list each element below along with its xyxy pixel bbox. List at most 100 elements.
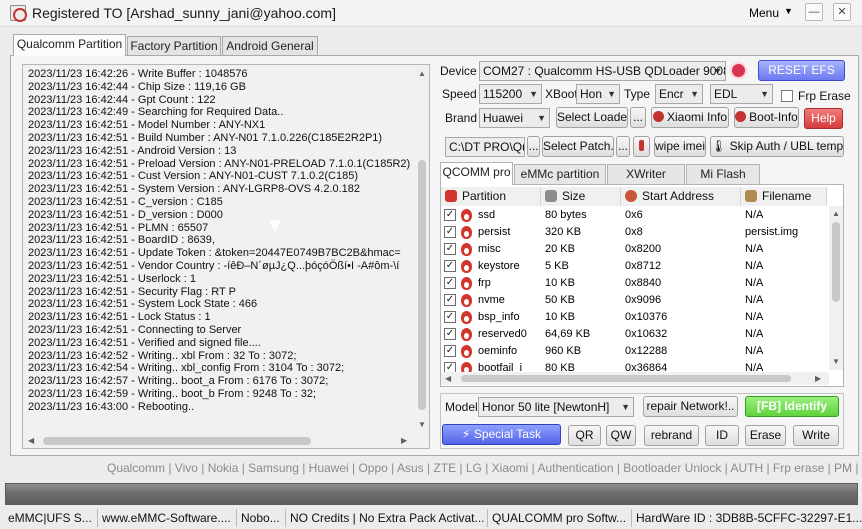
qw-button[interactable]: QW [606, 425, 636, 446]
wipe-imei-button[interactable]: wipe imei [654, 136, 706, 157]
close-button[interactable]: ✕ [833, 3, 851, 21]
tab-android-general[interactable]: Android General [222, 36, 318, 55]
mode-select[interactable]: EDL ▼ [710, 84, 773, 104]
flame-icon [445, 190, 457, 202]
type-select[interactable]: Encr ▼ [655, 84, 703, 104]
path-browse-button[interactable]: ... [527, 136, 540, 157]
id-button[interactable]: ID [705, 425, 739, 446]
table-row[interactable]: ✓ oeminfo 960 KB 0x12288 N/A [441, 343, 827, 360]
partition-checkbox[interactable]: ✓ [444, 328, 456, 340]
minimize-button[interactable]: — [805, 3, 823, 21]
filename-header-label: Filename [762, 189, 812, 203]
rebrand-button[interactable]: rebrand [644, 425, 699, 446]
table-row[interactable]: ✓ bsp_info 10 KB 0x10376 N/A [441, 309, 827, 326]
scroll-right-icon[interactable]: ▶ [815, 374, 821, 384]
frp-erase-checkbox[interactable] [781, 90, 793, 102]
device-label: Device [440, 64, 477, 78]
table-row[interactable]: ✓ nvme 50 KB 0x9096 N/A [441, 292, 827, 309]
xiaomi-info-button[interactable]: Xiaomi Info [651, 107, 729, 128]
table-scroll-thumb[interactable] [832, 222, 840, 302]
fb-identify-button[interactable]: [FB] Identify [745, 396, 839, 417]
scroll-down-icon[interactable]: ▼ [418, 420, 426, 430]
partition-checkbox[interactable]: ✓ [444, 311, 456, 323]
boot-info-button[interactable]: Boot-Info [734, 107, 799, 128]
tab-factory-partition[interactable]: Factory Partition [127, 36, 221, 55]
scroll-left-icon[interactable]: ◀ [28, 436, 34, 446]
partition-checkbox[interactable]: ✓ [444, 260, 456, 272]
partition-checkbox[interactable]: ✓ [444, 277, 456, 289]
column-header-partition[interactable]: Partition [441, 187, 541, 206]
select-loader-button[interactable]: Select Loader [556, 107, 628, 128]
log-line: 2023/11/23 16:42:59 - Writing.. boot_b F… [28, 387, 317, 400]
scroll-up-icon[interactable]: ▲ [832, 209, 840, 219]
log-horizontal-scrollbar[interactable]: ◀ ▶ [23, 434, 415, 448]
status-credits: NO Credits | No Extra Pack Activat... [286, 509, 488, 527]
help-button[interactable]: Help [804, 108, 843, 129]
table-vertical-scrollbar[interactable]: ▲ ▼ [829, 206, 843, 370]
partition-name: frp [478, 277, 491, 289]
partition-checkbox[interactable]: ✓ [444, 294, 456, 306]
tab-qcomm-pro[interactable]: QCOMM pro [440, 162, 513, 185]
select-patch-button[interactable]: Select Patch.. [542, 136, 614, 157]
speed-select[interactable]: 115200 ▼ [479, 84, 542, 104]
table-row[interactable]: ✓ misc 20 KB 0x8200 N/A [441, 241, 827, 258]
table-row[interactable]: ✓ reserved0 64,69 KB 0x10632 N/A [441, 326, 827, 343]
model-select[interactable]: Honor 50 lite [NewtonH] ▼ [478, 397, 634, 417]
scroll-left-icon[interactable]: ◀ [445, 374, 451, 384]
table-hscroll-thumb[interactable] [461, 375, 791, 382]
table-row[interactable]: ✓ persist 320 KB 0x8 persist.img [441, 224, 827, 241]
partition-filename: N/A [745, 260, 764, 272]
column-header-filename[interactable]: Filename [741, 187, 827, 206]
tab-mi-flash[interactable]: Mi Flash [686, 164, 760, 184]
skip-auth-button[interactable]: 🌡 Skip Auth / UBL temp [710, 136, 844, 157]
partition-checkbox[interactable]: ✓ [444, 243, 456, 255]
column-header-size[interactable]: Size [541, 187, 621, 206]
reset-efs-button[interactable]: RESET EFS [758, 60, 845, 81]
scroll-down-icon[interactable]: ▼ [832, 357, 840, 367]
table-row[interactable]: ✓ ssd 80 bytes 0x6 N/A [441, 207, 827, 224]
flash-icon-button[interactable] [633, 136, 650, 157]
table-horizontal-scrollbar[interactable]: ◀ ▶ [441, 372, 829, 385]
log-hscroll-thumb[interactable] [43, 437, 311, 445]
brand-select-value: Huawei [483, 111, 524, 125]
brand-select[interactable]: Huawei ▼ [479, 108, 550, 128]
menu-button[interactable]: Menu [749, 6, 779, 20]
log-line: 2023/11/23 16:42:51 - System Version : A… [28, 183, 361, 196]
log-vertical-scrollbar[interactable]: ▲ ▼ [415, 65, 429, 434]
table-row[interactable]: ✓ frp 10 KB 0x8840 N/A [441, 275, 827, 292]
device-select[interactable]: COM27 : Qualcomm HS-USB QDLoader 9008 ▼ [479, 61, 726, 81]
partition-start-address: 0x8840 [625, 277, 662, 289]
special-task-button[interactable]: ⚡ Special Task [442, 424, 561, 445]
skip-auth-label: Skip Auth / UBL temp [729, 139, 844, 153]
partition-checkbox[interactable]: ✓ [444, 209, 456, 221]
repair-network-button[interactable]: repair Network!.. [643, 396, 738, 417]
write-button[interactable]: Write [793, 425, 839, 446]
boot-icon [735, 111, 747, 122]
partition-checkbox[interactable]: ✓ [444, 345, 456, 357]
patch-browse-button[interactable]: ... [616, 136, 630, 157]
xboot-select[interactable]: Hon ▼ [576, 84, 620, 104]
partition-name: oeminfo [478, 345, 518, 357]
log-line: 2023/11/23 16:42:51 - Cust Version : ANY… [28, 170, 358, 183]
menu-caret-icon[interactable]: ▼ [784, 6, 793, 16]
table-row[interactable]: ✓ keystore 5 KB 0x8712 N/A [441, 258, 827, 275]
chevron-down-icon: ▼ [713, 66, 722, 76]
scroll-right-icon[interactable]: ▶ [401, 436, 407, 446]
tab-qualcomm-partition[interactable]: Qualcomm Partition [13, 34, 126, 56]
log-line: 2023/11/23 16:42:51 - PLMN : 65507 [28, 221, 209, 234]
scroll-up-icon[interactable]: ▲ [418, 69, 426, 79]
loader-browse-button[interactable]: ... [630, 107, 646, 128]
loader-path-field[interactable]: C:\DT PRO\Qual [445, 137, 525, 157]
chevron-down-icon: ▼ [529, 89, 538, 99]
tab-emmc-partition[interactable]: eMMc partition [514, 164, 606, 184]
column-header-start-address[interactable]: Start Address [621, 187, 741, 206]
partition-checkbox[interactable]: ✓ [444, 226, 456, 238]
log-scroll-thumb[interactable] [418, 160, 426, 410]
erase-button[interactable]: Erase [745, 425, 786, 446]
partition-filename: N/A [745, 277, 764, 289]
partition-name: persist [478, 226, 511, 238]
refresh-target-icon[interactable] [730, 62, 747, 79]
tab-xwriter[interactable]: XWriter [607, 164, 685, 184]
partition-size: 960 KB [545, 345, 582, 357]
qr-button[interactable]: QR [568, 425, 601, 446]
